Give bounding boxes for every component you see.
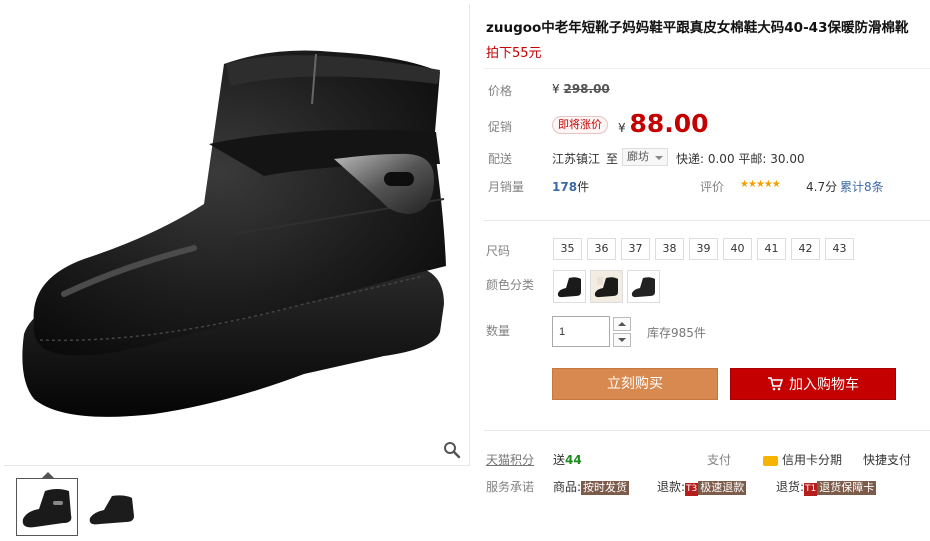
monthly-sales: 178件 xyxy=(552,178,589,195)
delivery-label: 配送 xyxy=(488,152,513,166)
credit-card-icon xyxy=(763,455,778,466)
size-option[interactable]: 38 xyxy=(655,238,684,260)
shipping-cost: 快递: 0.00 平邮: 30.00 xyxy=(676,152,805,166)
quantity-increase-button[interactable] xyxy=(613,317,631,331)
chevron-down-icon xyxy=(655,156,663,160)
boot-thumbnail-image xyxy=(89,495,134,525)
color-options xyxy=(553,270,660,303)
sales-label: 月销量 xyxy=(488,180,525,194)
service-return: 退货:T1 退货保障卡 xyxy=(776,478,877,496)
return-label: 退货: xyxy=(776,480,805,494)
thumbnail-2[interactable] xyxy=(82,478,144,536)
star-icon: ★ xyxy=(747,179,757,190)
destination-select[interactable]: 廊坊 xyxy=(622,148,668,166)
color-swatch-dark[interactable] xyxy=(627,270,660,303)
star-icon: ★ xyxy=(740,179,749,190)
on-time-shipping-tag[interactable]: 按时发货 xyxy=(581,481,630,495)
size-option[interactable]: 37 xyxy=(621,238,650,260)
thumbnail-strip xyxy=(4,468,470,541)
magnifier-icon xyxy=(444,442,461,459)
refund-label: 退款: xyxy=(657,480,686,494)
star-icon: ★ xyxy=(763,179,773,190)
thumbnail-1[interactable] xyxy=(16,478,78,536)
size-option[interactable]: 35 xyxy=(553,238,582,260)
divider xyxy=(484,430,930,431)
payment-label: 支付 xyxy=(707,453,732,467)
sales-count: 178 xyxy=(552,180,578,194)
cart-icon xyxy=(768,377,783,391)
promo-price: ¥ 88.00 xyxy=(618,109,709,138)
color-swatch-black[interactable] xyxy=(553,270,586,303)
fast-refund-tag[interactable]: 极速退款 xyxy=(698,481,747,495)
chevron-down-icon xyxy=(618,338,626,342)
zoom-button[interactable] xyxy=(441,439,463,461)
product-subtitle: 拍下55元 xyxy=(486,46,542,61)
size-option[interactable]: 39 xyxy=(689,238,718,260)
promo-price-value: 88.00 xyxy=(629,109,709,138)
size-label: 尺码 xyxy=(486,244,511,258)
rating-stars: ★ ★ ★ ★ ★ xyxy=(740,179,781,190)
promo-badge: 即将涨价 xyxy=(552,116,608,134)
color-label: 颜色分类 xyxy=(486,278,535,292)
return-mark: T1 xyxy=(804,483,818,496)
service-label: 服务承诺 xyxy=(486,480,535,494)
size-option[interactable]: 41 xyxy=(757,238,786,260)
chevron-up-icon xyxy=(618,322,626,326)
size-options: 35 36 37 38 39 40 41 42 43 xyxy=(553,238,854,260)
promo-currency: ¥ xyxy=(618,121,626,135)
buy-now-button[interactable]: 立刻购买 xyxy=(552,368,718,400)
delivery-origin: 江苏镇江 xyxy=(552,152,601,166)
points-prefix: 送 xyxy=(553,453,566,467)
sales-unit: 件 xyxy=(577,180,590,194)
price-panel: 价格 ¥ 298.00 促销 即将涨价 ¥ 88.00 配送 江苏镇江 至 廊坊… xyxy=(484,68,930,206)
add-to-cart-button[interactable]: 加入购物车 xyxy=(730,368,896,400)
points-value: 44 xyxy=(565,453,582,467)
rating-label: 评价 xyxy=(700,180,725,194)
original-price-value: 298.00 xyxy=(563,82,610,96)
rating-score: 4.7分 xyxy=(806,180,838,194)
original-currency: ¥ xyxy=(552,82,560,96)
refund-mark: T3 xyxy=(685,483,699,496)
size-option[interactable]: 40 xyxy=(723,238,752,260)
return-guarantee-tag[interactable]: 退货保障卡 xyxy=(817,481,877,495)
quantity-label: 数量 xyxy=(486,324,511,338)
star-icon: ★ xyxy=(771,179,781,190)
boot-thumbnail-image xyxy=(22,489,72,528)
destination-value: 廊坊 xyxy=(627,150,649,163)
quick-pay[interactable]: 快捷支付 xyxy=(863,451,911,468)
product-gallery xyxy=(4,4,470,541)
original-price: ¥ 298.00 xyxy=(552,82,610,96)
size-option[interactable]: 36 xyxy=(587,238,616,260)
price-label: 价格 xyxy=(488,84,513,98)
promo-label: 促销 xyxy=(488,120,513,134)
goods-label: 商品: xyxy=(553,480,582,494)
credit-installment[interactable]: 信用卡分期 xyxy=(763,451,842,468)
boot-swatch-image xyxy=(631,277,655,298)
service-refund: 退款:T3 极速退款 xyxy=(657,478,747,496)
size-option[interactable]: 43 xyxy=(825,238,854,260)
divider xyxy=(484,220,930,221)
color-swatch-beige[interactable] xyxy=(590,270,623,303)
size-option[interactable]: 42 xyxy=(791,238,820,260)
stock-count: 库存985件 xyxy=(647,326,706,340)
quantity-decrease-button[interactable] xyxy=(613,333,631,347)
credit-installment-label: 信用卡分期 xyxy=(782,453,843,467)
star-icon: ★ xyxy=(755,179,765,190)
quantity-input[interactable] xyxy=(552,316,610,347)
product-title: zuugoo中老年短靴子妈妈鞋平跟真皮女棉鞋大码40-43保暖防滑棉靴 xyxy=(486,20,909,36)
boot-swatch-image xyxy=(594,277,618,298)
review-count-link[interactable]: 累计8条 xyxy=(840,178,884,195)
delivery-to: 至 xyxy=(606,152,619,166)
service-goods: 商品: 按时发货 xyxy=(553,478,630,495)
add-to-cart-label: 加入购物车 xyxy=(789,377,859,393)
main-product-image[interactable] xyxy=(4,4,470,466)
boot-image xyxy=(22,50,446,417)
tmall-points-label[interactable]: 天猫积分 xyxy=(486,451,534,468)
boot-swatch-image xyxy=(557,277,581,298)
tmall-points: 送44 xyxy=(553,451,582,468)
